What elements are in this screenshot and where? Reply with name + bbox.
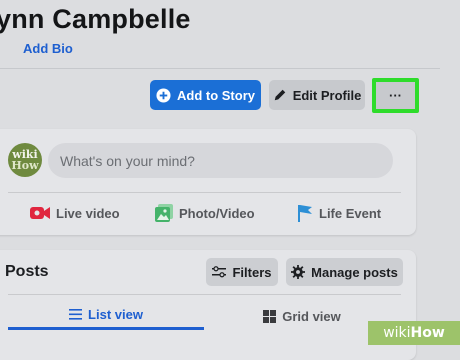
grid-icon: [263, 309, 277, 323]
composer-divider: [8, 192, 401, 193]
tab-list-view[interactable]: List view: [8, 302, 204, 330]
photo-video-button[interactable]: Photo/Video: [155, 201, 255, 225]
video-camera-icon: [30, 205, 50, 221]
sliders-icon: [212, 266, 227, 278]
list-icon: [69, 309, 83, 320]
wikihow-watermark: wiki How: [368, 321, 460, 345]
edit-profile-button[interactable]: Edit Profile: [269, 80, 365, 110]
live-video-label: Live video: [56, 205, 120, 221]
gear-icon: [291, 265, 306, 279]
create-post-card: wiki How What's on your mind? Live video…: [0, 129, 416, 235]
live-video-button[interactable]: Live video: [30, 201, 120, 225]
photo-icon: [155, 204, 173, 222]
avatar[interactable]: wiki How: [8, 143, 42, 177]
header-divider: [0, 68, 440, 69]
filters-button[interactable]: Filters: [206, 258, 278, 286]
profile-name: ynn Campbelle: [0, 4, 191, 34]
flag-icon: [297, 204, 313, 222]
posts-card: Posts Filters Manage posts List view Gri…: [0, 250, 416, 360]
life-event-label: Life Event: [319, 205, 382, 221]
add-to-story-label: Add to Story: [177, 87, 255, 103]
plus-circle-icon: [156, 87, 171, 103]
posts-divider: [8, 294, 401, 295]
more-options-button[interactable]: ···: [372, 78, 419, 113]
add-bio-link[interactable]: Add Bio: [23, 41, 73, 56]
photo-video-label: Photo/Video: [179, 205, 255, 221]
pencil-icon: [273, 88, 287, 102]
posts-title: Posts: [5, 263, 49, 280]
edit-profile-label: Edit Profile: [292, 87, 362, 103]
life-event-button[interactable]: Life Event: [297, 201, 381, 225]
add-to-story-button[interactable]: Add to Story: [150, 80, 261, 110]
filters-label: Filters: [232, 264, 272, 280]
manage-posts-label: Manage posts: [311, 264, 398, 280]
list-view-label: List view: [88, 307, 143, 322]
whats-on-your-mind-input[interactable]: What's on your mind?: [48, 143, 393, 178]
manage-posts-button[interactable]: Manage posts: [286, 258, 403, 286]
grid-view-label: Grid view: [282, 308, 341, 324]
